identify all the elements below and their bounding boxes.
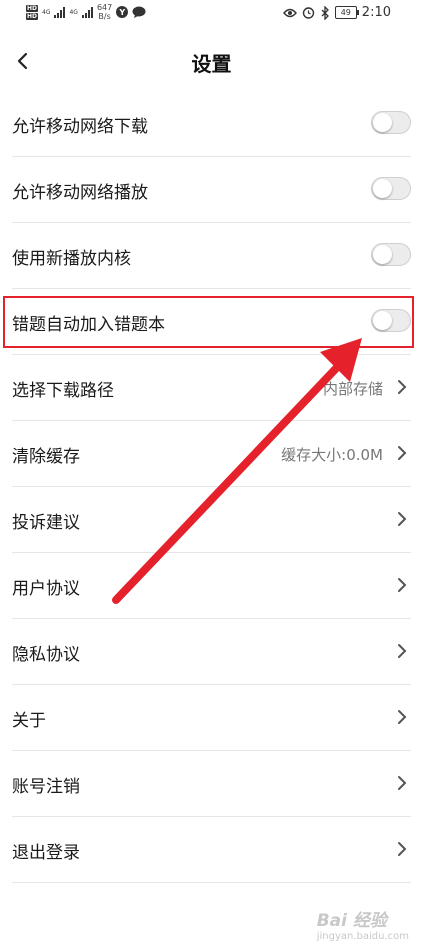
new-player-core-toggle[interactable] (371, 243, 411, 266)
download-path-value: 内部存储 (322, 380, 383, 398)
chevron-right-icon (398, 380, 407, 394)
setting-logout[interactable]: 退出登录 (12, 817, 411, 883)
setting-feedback[interactable]: 投诉建议 (12, 487, 411, 553)
setting-label: 账号注销 (12, 777, 80, 797)
setting-label: 选择下载路径 (12, 381, 114, 401)
status-bar: HD HD 4G 4G 647 B/s Y 49 2:10 (0, 0, 423, 28)
setting-mobile-download[interactable]: 允许移动网络下载 (12, 91, 411, 157)
setting-privacy[interactable]: 隐私协议 (12, 619, 411, 685)
mobile-download-toggle[interactable] (371, 111, 411, 134)
eye-icon (282, 8, 297, 17)
setting-label: 用户协议 (12, 579, 80, 599)
clock: 2:10 (361, 5, 391, 20)
message-icon (132, 6, 146, 18)
setting-download-path[interactable]: 选择下载路径 内部存储 (12, 355, 411, 421)
signal-icon (54, 6, 66, 18)
cache-size-value: 缓存大小:0.0M (281, 446, 383, 464)
header: 设置 (0, 38, 423, 84)
network-type-1: 4G (42, 8, 51, 16)
setting-label: 清除缓存 (12, 447, 80, 467)
toggle-knob (373, 179, 392, 198)
setting-label: 隐私协议 (12, 645, 80, 665)
bluetooth-icon (321, 5, 329, 20)
mobile-play-toggle[interactable] (371, 177, 411, 200)
setting-label: 退出登录 (12, 843, 80, 863)
chevron-right-icon (398, 578, 407, 592)
annotation-highlight-box (3, 296, 414, 348)
watermark-url: jingyan.baidu.com (316, 931, 409, 942)
hd-label-2: HD (26, 12, 39, 20)
page-title: 设置 (191, 52, 232, 76)
alarm-icon (302, 7, 314, 19)
setting-new-player-core[interactable]: 使用新播放内核 (12, 223, 411, 289)
setting-delete-account[interactable]: 账号注销 (12, 751, 411, 817)
setting-user-agreement[interactable]: 用户协议 (12, 553, 411, 619)
network-speed-unit: B/s (98, 12, 111, 21)
status-bar-left: HD HD 4G 4G 647 B/s Y (26, 3, 146, 21)
network-type-2: 4G (69, 8, 78, 16)
chevron-right-icon (398, 710, 407, 724)
setting-clear-cache[interactable]: 清除缓存 缓存大小:0.0M (12, 421, 411, 487)
status-bar-right: 49 2:10 (282, 5, 391, 20)
setting-mobile-play[interactable]: 允许移动网络播放 (12, 157, 411, 223)
setting-label: 允许移动网络下载 (12, 117, 148, 137)
chevron-right-icon (398, 776, 407, 790)
setting-label: 投诉建议 (12, 513, 80, 533)
setting-about[interactable]: 关于 (12, 685, 411, 751)
setting-label: 允许移动网络播放 (12, 183, 148, 203)
chevron-right-icon (398, 842, 407, 856)
hd-label-1: HD (26, 4, 39, 12)
chevron-right-icon (398, 446, 407, 460)
settings-list: 允许移动网络下载 允许移动网络播放 使用新播放内核 错题自动加入错题本 选择下载… (0, 91, 423, 883)
network-speed: 647 B/s (97, 3, 112, 21)
hd-indicator: HD HD (26, 4, 39, 20)
toggle-knob (373, 113, 392, 132)
battery-icon: 49 (334, 6, 359, 19)
signal-icon-2 (81, 6, 93, 18)
watermark: Bai 经验 jingyan.baidu.com (317, 906, 409, 942)
setting-label: 关于 (12, 711, 46, 731)
chevron-right-icon (398, 644, 407, 658)
network-speed-value: 647 (96, 3, 113, 12)
setting-label: 使用新播放内核 (12, 249, 131, 269)
watermark-brand: Bai 经验 (316, 911, 387, 931)
chevron-right-icon (398, 512, 407, 526)
toggle-knob (373, 245, 392, 264)
app-badge-icon: Y (116, 6, 129, 18)
